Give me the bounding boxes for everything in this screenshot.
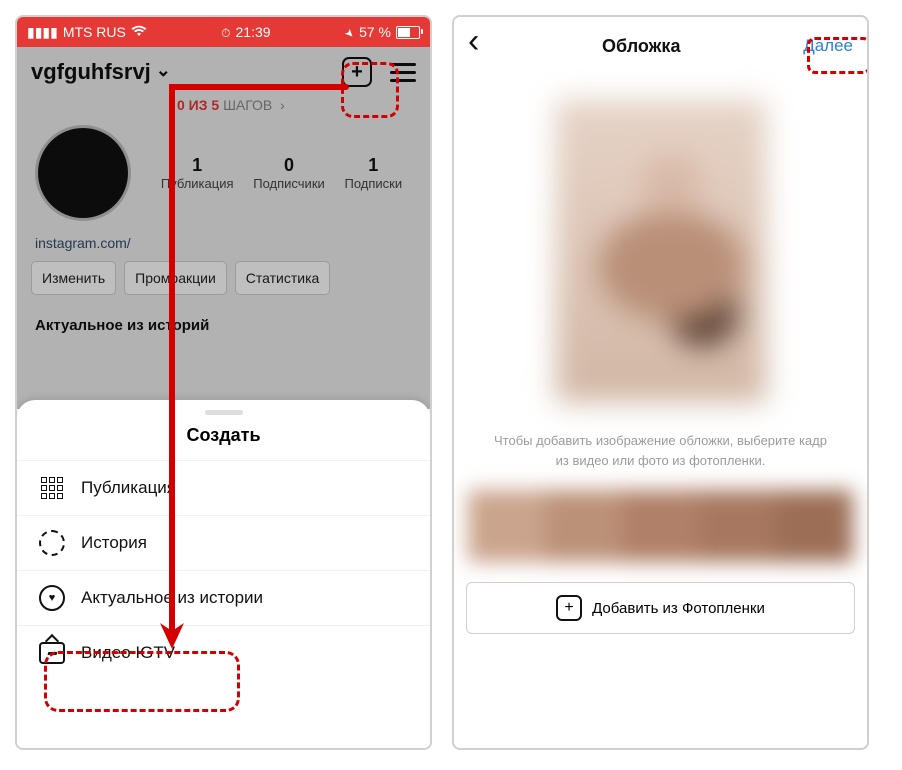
edit-profile-button[interactable]: Изменить [31,261,116,295]
username-dropdown[interactable]: vgfguhfsrvj [31,59,171,85]
username: vgfguhfsrvj [31,59,151,85]
stat-followers[interactable]: 0 Подписчики [253,155,325,191]
setup-steps[interactable]: 0 ИЗ 5 ШАГОВ › [17,93,430,117]
plus-icon: + [351,62,363,82]
story-icon [39,530,65,556]
cover-hint: Чтобы добавить изображение обложки, выбе… [454,403,867,484]
phone-left-profile: ▮▮▮▮ MTS RUS 21:39 57 % vgfguhfsrvj [15,15,432,750]
wifi-icon [131,24,147,40]
page-title: Обложка [602,36,680,57]
sheet-item-label: История [81,533,147,553]
add-from-camera-roll-button[interactable]: + Добавить из Фотопленки [466,582,855,634]
sheet-item-label: Публикация [81,478,176,498]
promotions-button[interactable]: Промоакции [124,261,227,295]
menu-button[interactable] [390,63,416,82]
status-time: 21:39 [236,24,271,40]
igtv-icon [39,640,65,666]
create-button[interactable]: + [342,57,372,87]
grid-icon [39,475,65,501]
highlights-label: Актуальное из историй [17,307,430,344]
highlight-icon: ♥ [39,585,65,611]
statistics-button[interactable]: Статистика [235,261,331,295]
sheet-item-post[interactable]: Публикация [17,460,430,515]
location-icon [345,24,354,40]
video-frames-strip[interactable] [468,490,853,562]
create-bottom-sheet: Создать Публикация История ♥ Актуальное … [17,400,430,748]
bio-link[interactable]: instagram.com/ [17,229,430,261]
profile-area: vgfguhfsrvj + 0 ИЗ 5 ШАГОВ › [17,47,430,409]
sheet-item-label: Видео IGTV [81,643,175,663]
chevron-down-icon [156,59,171,85]
battery-percent: 57 % [359,24,391,40]
next-button[interactable]: Далее [803,36,853,56]
avatar[interactable] [35,125,131,221]
sheet-item-highlight[interactable]: ♥ Актуальное из истории [17,570,430,625]
stat-posts[interactable]: 1 Публикация [161,155,234,191]
back-button[interactable] [468,35,479,57]
sheet-handle[interactable] [205,410,243,415]
status-bar: ▮▮▮▮ MTS RUS 21:39 57 % [17,17,430,47]
chevron-right-icon: › [276,97,285,113]
sheet-item-label: Актуальное из истории [81,588,263,608]
stat-following[interactable]: 1 Подписки [345,155,403,191]
add-button-label: Добавить из Фотопленки [592,600,765,617]
carrier-label: MTS RUS [63,24,126,40]
battery-icon [396,26,420,39]
cover-preview [555,99,767,403]
alarm-icon [221,24,230,41]
sheet-item-igtv[interactable]: Видео IGTV [17,625,430,680]
plus-icon: + [556,595,582,621]
signal-icon: ▮▮▮▮ [27,24,58,41]
phone-right-cover: Обложка Далее Чтобы добавить изображение… [452,15,869,750]
sheet-title: Создать [17,419,430,460]
sheet-item-story[interactable]: История [17,515,430,570]
